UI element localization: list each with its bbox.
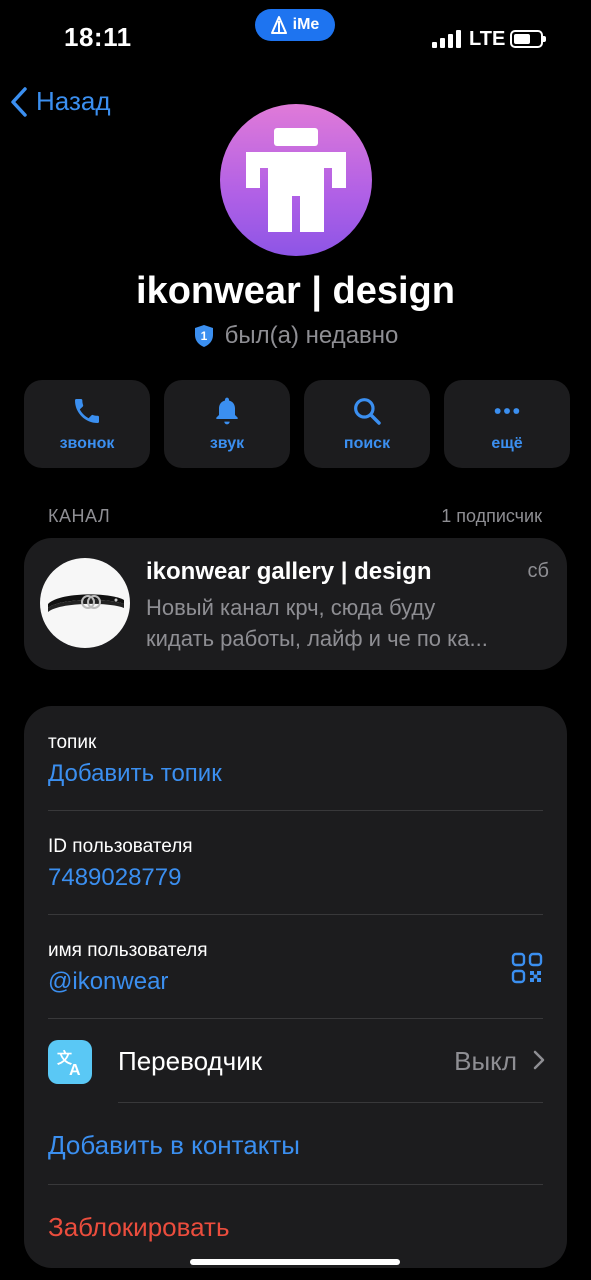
search-icon [354, 398, 381, 425]
username-row[interactable]: имя пользователя @ikonwear [48, 940, 208, 996]
user-id-row[interactable]: ID пользователя 7489028779 [48, 836, 193, 892]
chevron-left-icon [11, 86, 27, 117]
channel-last-post-day: сб [527, 560, 549, 582]
topic-row[interactable]: топик Добавить топик [48, 732, 222, 788]
user-id-label: ID пользователя [48, 836, 193, 857]
user-id-value[interactable]: 7489028779 [48, 864, 193, 892]
add-to-contacts-button[interactable]: Добавить в контакты [48, 1130, 300, 1161]
info-card: топик Добавить топик ID пользователя 748… [24, 706, 567, 1268]
network-type: LTE [469, 28, 506, 50]
avatar[interactable] [220, 104, 372, 256]
divider [48, 810, 543, 811]
home-indicator[interactable] [190, 1259, 400, 1265]
call-button[interactable]: звонок [24, 380, 150, 468]
divider [48, 1018, 543, 1019]
call-label: звонок [59, 435, 115, 452]
translator-app-icon: 文 A [48, 1040, 92, 1084]
qr-code-button[interactable] [511, 952, 543, 989]
channel-avatar [40, 558, 130, 648]
ime-badge-label: iMe [292, 16, 320, 33]
more-label: ещё [491, 435, 523, 452]
username-value[interactable]: @ikonwear [48, 968, 208, 996]
channel-title: ikonwear gallery | design [146, 558, 432, 585]
block-user-button[interactable]: Заблокировать [48, 1212, 230, 1243]
chevron-right-icon [533, 1050, 545, 1075]
more-icon [494, 408, 520, 414]
username-label: имя пользователя [48, 940, 208, 961]
profile-status: 1 был(а) недавно [0, 322, 591, 350]
channel-preview-line-1: Новый канал крч, сюда буду [146, 595, 436, 620]
belt-image-icon [48, 594, 124, 612]
subscriber-count: 1 подписчик [441, 506, 542, 526]
action-bar: звонок звук поиск ещё [24, 380, 570, 468]
search-button[interactable]: поиск [304, 380, 430, 468]
channel-preview: Новый канал крч, сюда буду кидать работы… [146, 592, 546, 654]
add-topic-link[interactable]: Добавить топик [48, 760, 222, 788]
translator-value[interactable]: Выкл [454, 1046, 517, 1077]
channel-card[interactable]: ikonwear gallery | design сб Новый канал… [24, 538, 567, 670]
topic-label: топик [48, 732, 97, 753]
channel-section-label: КАНАЛ [48, 506, 111, 526]
status-time: 18:11 [64, 22, 132, 52]
ime-logo-icon [270, 16, 287, 34]
back-label: Назад [36, 86, 111, 116]
bell-icon [216, 397, 238, 425]
back-button[interactable]: Назад [10, 86, 111, 117]
divider [48, 914, 543, 915]
channel-preview-line-2: кидать работы, лайф и че по ка... [146, 626, 488, 651]
ime-badge[interactable]: iMe [255, 9, 335, 41]
last-seen-text: был(а) недавно [224, 322, 399, 349]
signal-icon [432, 30, 461, 48]
phone-icon [75, 399, 99, 423]
svg-text:A: A [69, 1062, 81, 1078]
translator-label[interactable]: Переводчик [118, 1046, 262, 1077]
person-figure-icon [246, 128, 346, 232]
translate-icon: 文 A [57, 1049, 81, 1078]
divider [48, 1184, 543, 1185]
sound-label: звук [209, 435, 245, 452]
profile-name: ikonwear | design [136, 270, 455, 312]
battery-icon [510, 30, 546, 48]
sound-button[interactable]: звук [164, 380, 290, 468]
qr-code-icon [511, 952, 543, 984]
divider [118, 1102, 543, 1103]
more-button[interactable]: ещё [444, 380, 570, 468]
search-label: поиск [343, 435, 391, 452]
svg-text:1: 1 [200, 329, 207, 343]
shield-badge-icon: 1 [194, 325, 213, 347]
